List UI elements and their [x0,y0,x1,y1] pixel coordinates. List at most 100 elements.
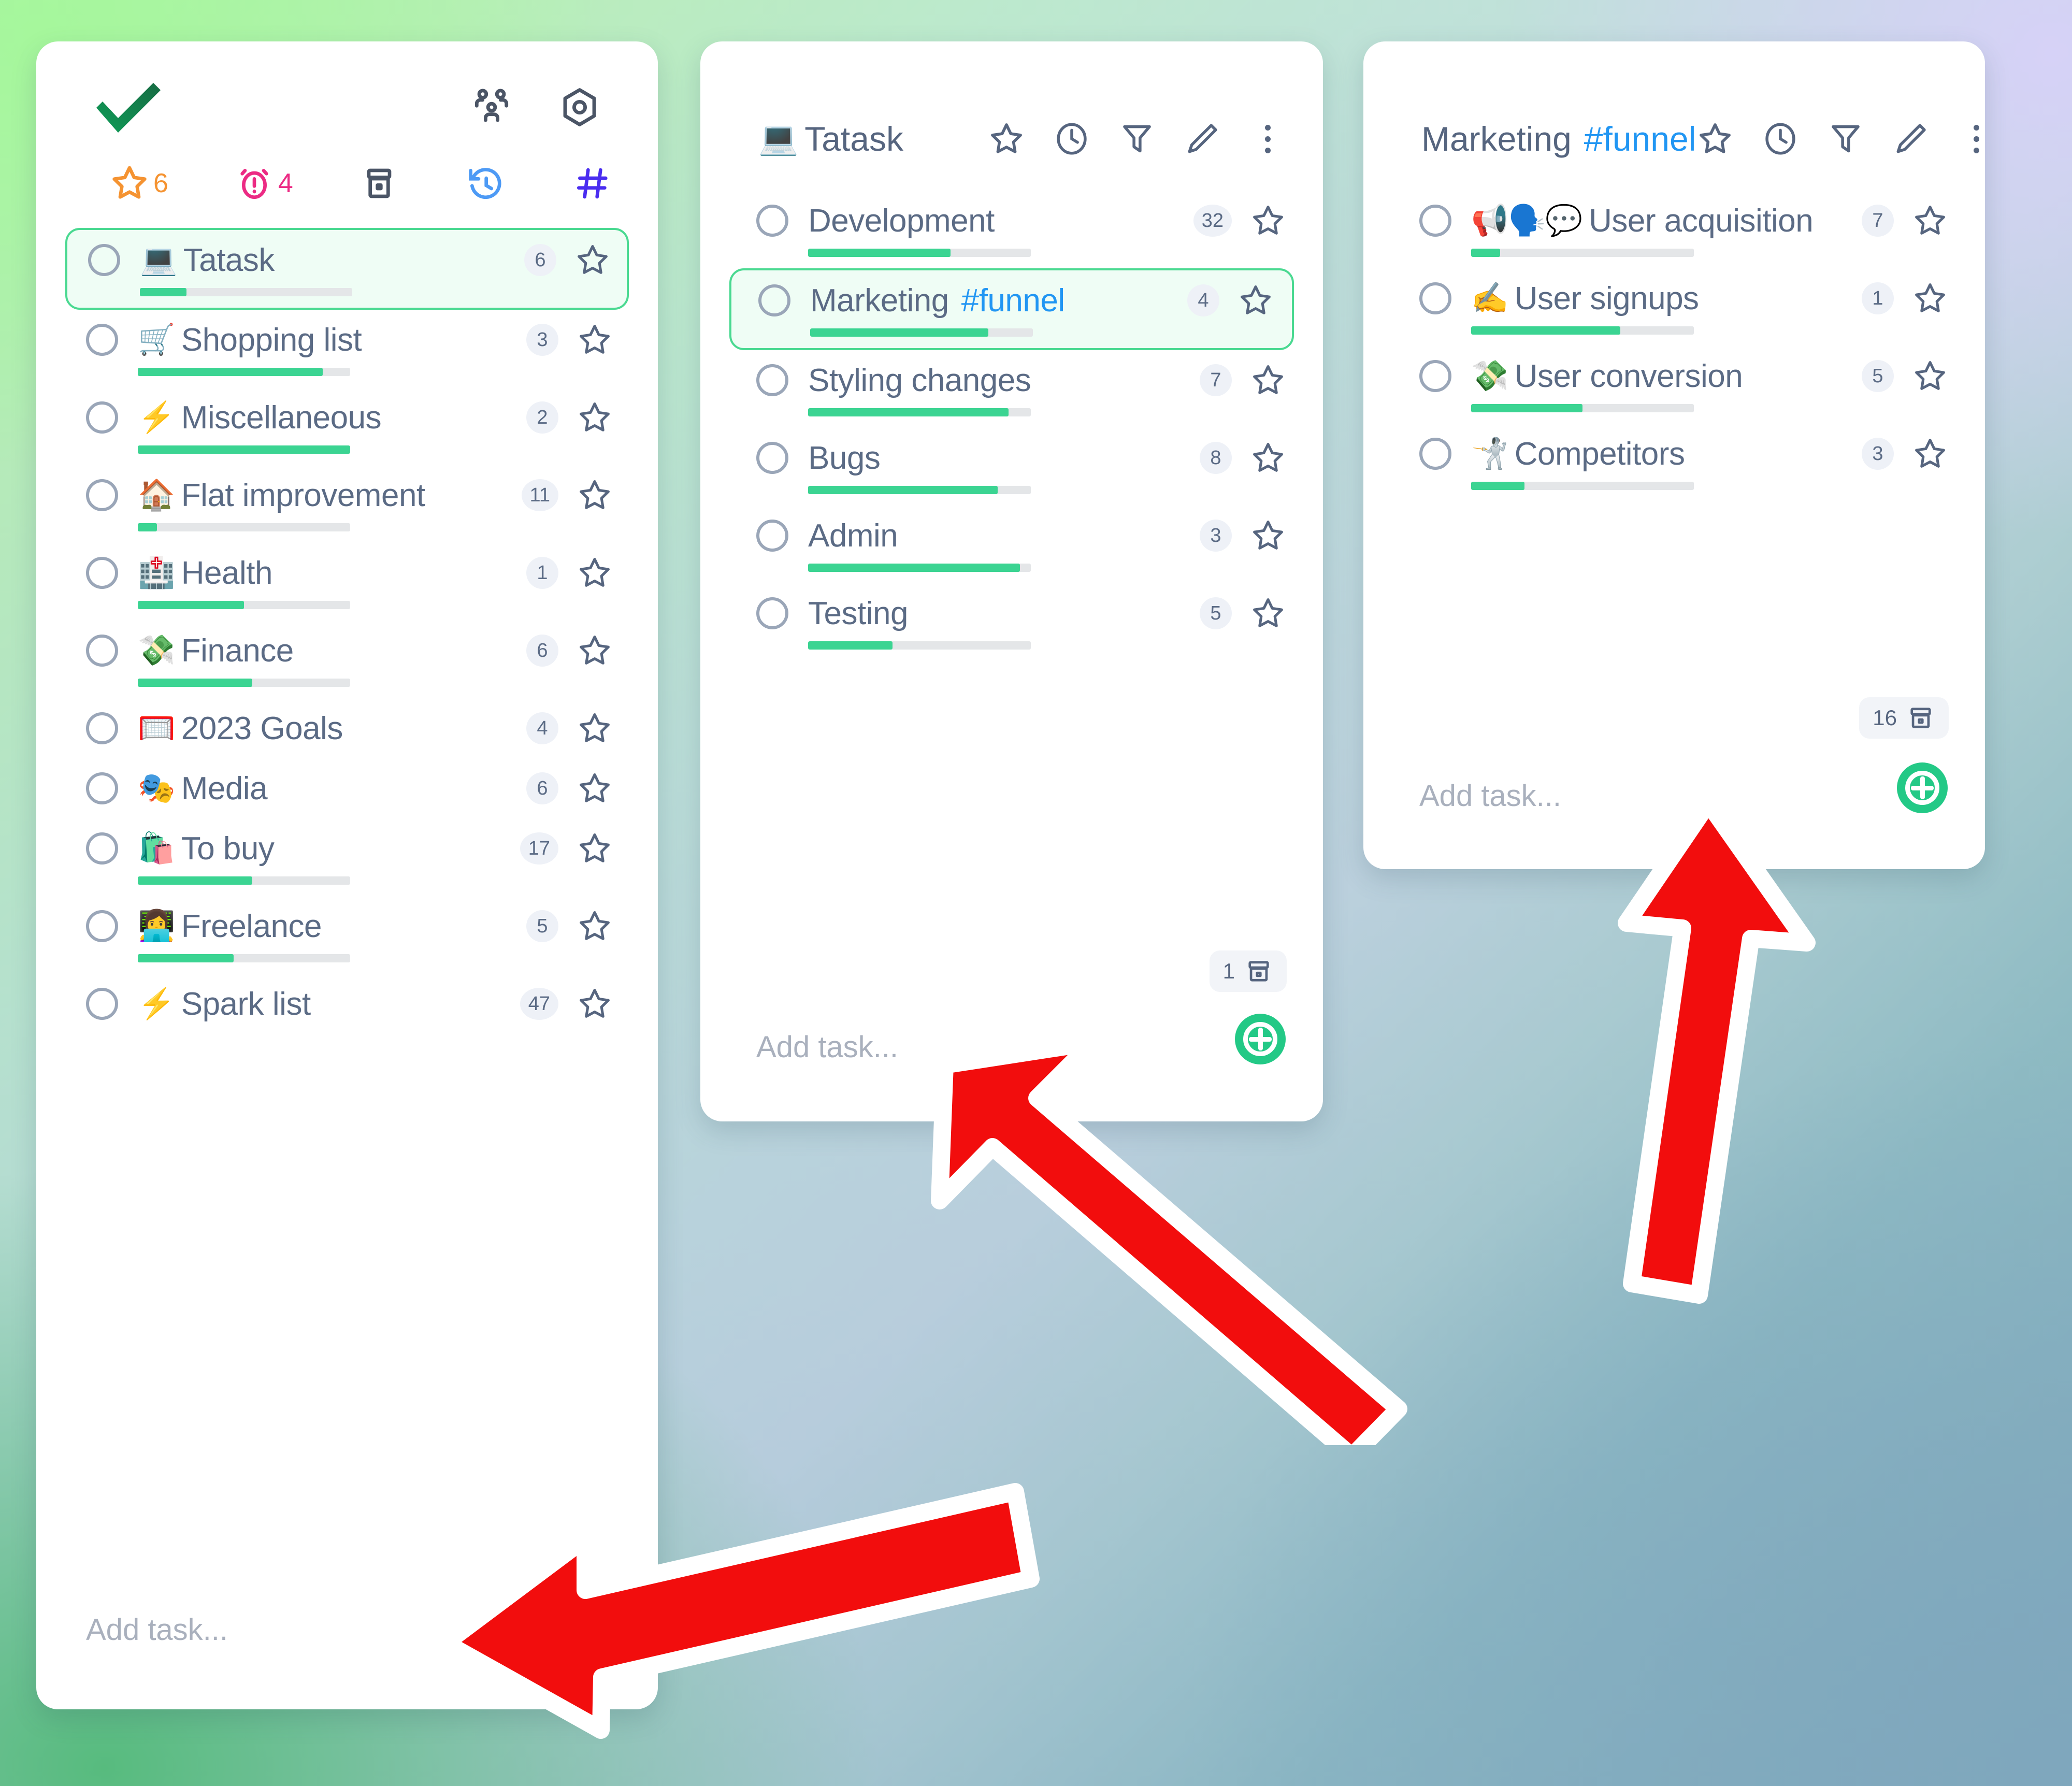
star-icon[interactable] [1911,435,1949,472]
sidebar-item-row[interactable]: 💻 Tatask 6 [65,228,629,310]
sidebar-item-row[interactable]: 🎭 Media 6 [36,758,658,818]
star-icon[interactable] [987,120,1026,158]
row-count-badge: 5 [1862,360,1894,392]
sidebar-item-tags-filter[interactable] [572,163,613,204]
task-complete-checkbox[interactable] [1419,438,1451,470]
row-emoji-icon: 📢🗣️💬 [1471,204,1583,237]
star-icon[interactable] [576,399,613,436]
tatask-item-row[interactable]: Marketing #funnel 4 [729,268,1294,350]
star-icon[interactable] [576,554,613,592]
app-logo-checkmark-icon[interactable] [92,79,165,136]
star-icon[interactable] [576,908,613,945]
tatask-archive-badge[interactable]: 1 [1209,950,1287,992]
task-complete-checkbox[interactable] [1419,205,1451,237]
task-complete-checkbox[interactable] [88,244,120,276]
kebab-menu-icon[interactable] [1957,120,1985,158]
tatask-add-task-input[interactable]: Add task... [700,1011,898,1064]
star-icon[interactable] [1249,595,1287,632]
settings-hex-icon[interactable] [558,86,601,128]
task-complete-checkbox[interactable] [756,597,788,629]
tatask-item-row[interactable]: Admin 3 [700,506,1323,583]
alarm-filter-count: 4 [278,168,293,198]
funnel-add-button[interactable] [1897,762,1948,813]
row-emoji-icon: 🥅 [138,711,175,745]
star-icon[interactable] [1696,120,1734,158]
row-label: 2023 Goals [181,710,343,746]
tatask-item-row[interactable]: Development 32 [700,191,1323,268]
sidebar-item-star-filter[interactable]: 6 [109,163,168,204]
sidebar-item-row[interactable]: 🛍️ To buy 17 [36,818,658,896]
task-complete-checkbox[interactable] [86,712,118,744]
sidebar-item-history-filter[interactable] [465,163,507,204]
task-complete-checkbox[interactable] [756,205,788,237]
sidebar-item-row[interactable]: ⚡ Miscellaneous 2 [36,387,658,465]
funnel-item-row[interactable]: 💸 User conversion 5 [1363,346,1985,424]
sidebar-add-task-input[interactable]: Add task... [36,1594,228,1647]
funnel-title-tag[interactable]: #funnel [1584,119,1696,159]
star-icon[interactable] [1249,362,1287,399]
tatask-add-button[interactable] [1235,1014,1286,1064]
sidebar-item-row[interactable]: 💸 Finance 6 [36,621,658,698]
filter-icon[interactable] [1118,120,1156,158]
star-icon[interactable] [1911,202,1949,239]
funnel-item-row[interactable]: ✍️ User signups 1 [1363,268,1985,346]
task-complete-checkbox[interactable] [756,442,788,474]
star-icon[interactable] [1249,202,1287,239]
star-icon[interactable] [576,477,613,514]
star-icon[interactable] [1249,439,1287,477]
pencil-icon[interactable] [1892,120,1930,158]
funnel-item-row[interactable]: 📢🗣️💬 User acquisition 7 [1363,191,1985,268]
tatask-item-row[interactable]: Styling changes 7 [700,350,1323,428]
task-complete-checkbox[interactable] [86,479,118,511]
star-icon[interactable] [1911,280,1949,317]
sidebar-item-row[interactable]: 🥅 2023 Goals 4 [36,698,658,758]
sidebar-item-row[interactable]: ⚡ Spark list 47 [36,974,658,1034]
sidebar-item-row[interactable]: 🏠 Flat improvement 11 [36,465,658,543]
task-complete-checkbox[interactable] [758,284,790,316]
task-complete-checkbox[interactable] [86,772,118,804]
filter-icon[interactable] [1826,120,1865,158]
row-progress-fill [138,679,253,687]
task-complete-checkbox[interactable] [86,324,118,356]
sidebar-item-row[interactable]: 🏥 Health 1 [36,543,658,621]
tatask-item-row[interactable]: Bugs 8 [700,428,1323,506]
funnel-archive-badge[interactable]: 16 [1859,697,1949,739]
star-icon[interactable] [1911,357,1949,395]
task-complete-checkbox[interactable] [1419,282,1451,314]
tatask-item-row[interactable]: Testing 5 [700,583,1323,661]
sidebar-item-row[interactable]: 👩‍💻 Freelance 5 [36,896,658,974]
sidebar-item-alarm-filter[interactable]: 4 [234,163,293,204]
star-icon[interactable] [576,321,613,358]
funnel-add-task-input[interactable]: Add task... [1363,760,1561,813]
pencil-icon[interactable] [1183,120,1221,158]
task-complete-checkbox[interactable] [86,988,118,1020]
star-icon[interactable] [576,710,613,747]
row-progress-bar [808,249,1031,257]
task-complete-checkbox[interactable] [86,910,118,942]
row-progress-bar [1471,404,1694,412]
row-label: To buy [181,830,275,867]
star-icon[interactable] [1249,517,1287,554]
task-complete-checkbox[interactable] [86,557,118,589]
clock-icon[interactable] [1761,120,1800,158]
task-complete-checkbox[interactable] [1419,360,1451,392]
task-complete-checkbox[interactable] [86,401,118,434]
star-icon[interactable] [576,632,613,669]
star-icon[interactable] [574,241,611,279]
star-icon[interactable] [576,830,613,867]
star-icon[interactable] [1237,282,1274,319]
star-icon[interactable] [576,770,613,807]
kebab-menu-icon[interactable] [1248,120,1287,158]
funnel-item-row[interactable]: 🤺 Competitors 3 [1363,424,1985,501]
people-icon[interactable] [470,86,513,128]
row-label: Health [181,555,273,591]
task-complete-checkbox[interactable] [86,832,118,865]
task-complete-checkbox[interactable] [756,520,788,552]
sidebar-item-archive-filter[interactable] [358,163,400,204]
sidebar-item-row[interactable]: 🛒 Shopping list 3 [36,310,658,387]
task-complete-checkbox[interactable] [86,635,118,667]
task-complete-checkbox[interactable] [756,364,788,396]
row-tag[interactable]: #funnel [961,282,1065,319]
star-icon[interactable] [576,985,613,1022]
clock-icon[interactable] [1053,120,1091,158]
